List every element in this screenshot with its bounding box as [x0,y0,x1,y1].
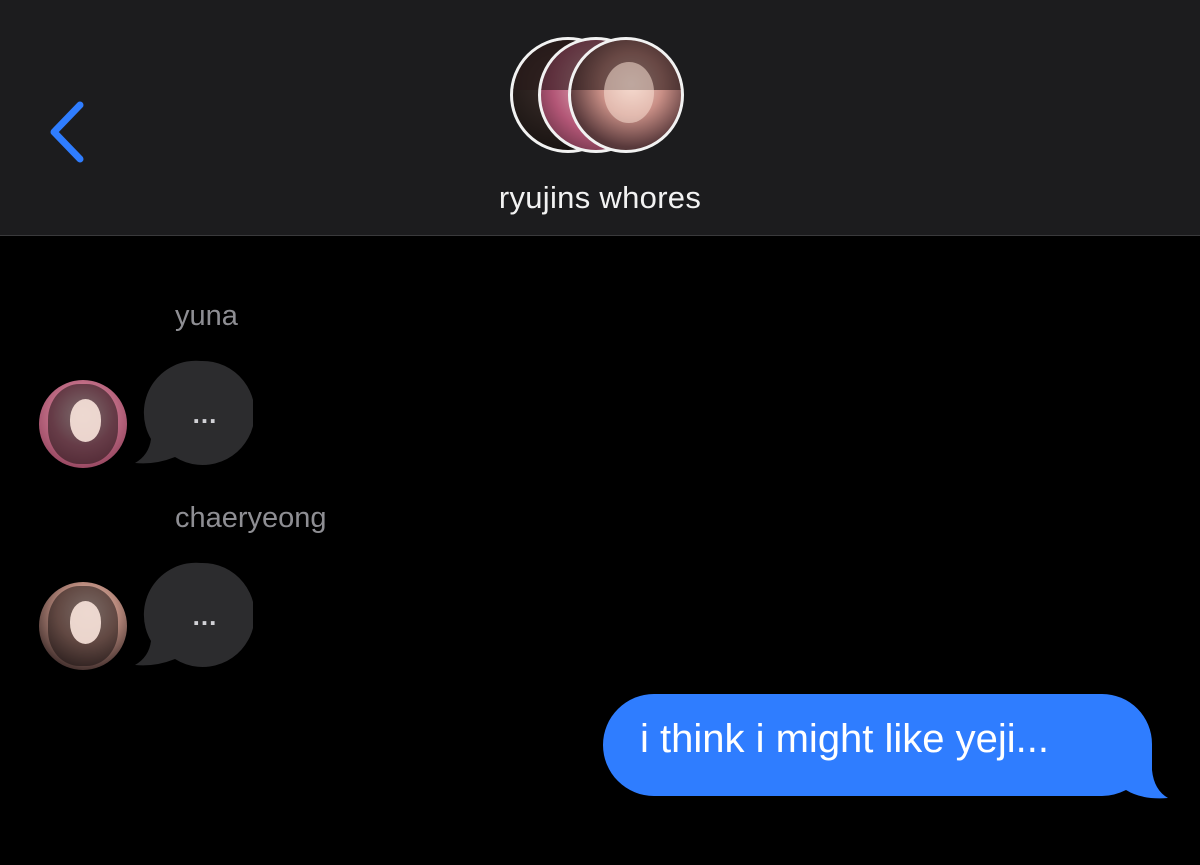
message-text: i think i might like yeji... [640,717,1050,761]
typing-indicator-bubble: ... [135,359,253,465]
typing-dots: ... [192,601,218,631]
chevron-left-icon [50,101,84,163]
group-member-avatar [568,37,684,153]
conversation-header: ryujins whores [0,0,1200,236]
typing-dots: ... [192,399,218,429]
messages-app: ryujins whores yuna ... chaeryeong ... i… [0,0,1200,865]
group-avatar-stack[interactable] [508,37,694,161]
outgoing-message-bubble[interactable]: i think i might like yeji... [602,692,1168,802]
avatar[interactable] [39,582,127,670]
back-button[interactable] [40,95,100,170]
sender-name: chaeryeong [175,502,327,534]
avatar[interactable] [39,380,127,468]
group-name[interactable]: ryujins whores [0,180,1200,216]
typing-indicator-bubble: ... [135,561,253,667]
sender-name: yuna [175,300,238,332]
